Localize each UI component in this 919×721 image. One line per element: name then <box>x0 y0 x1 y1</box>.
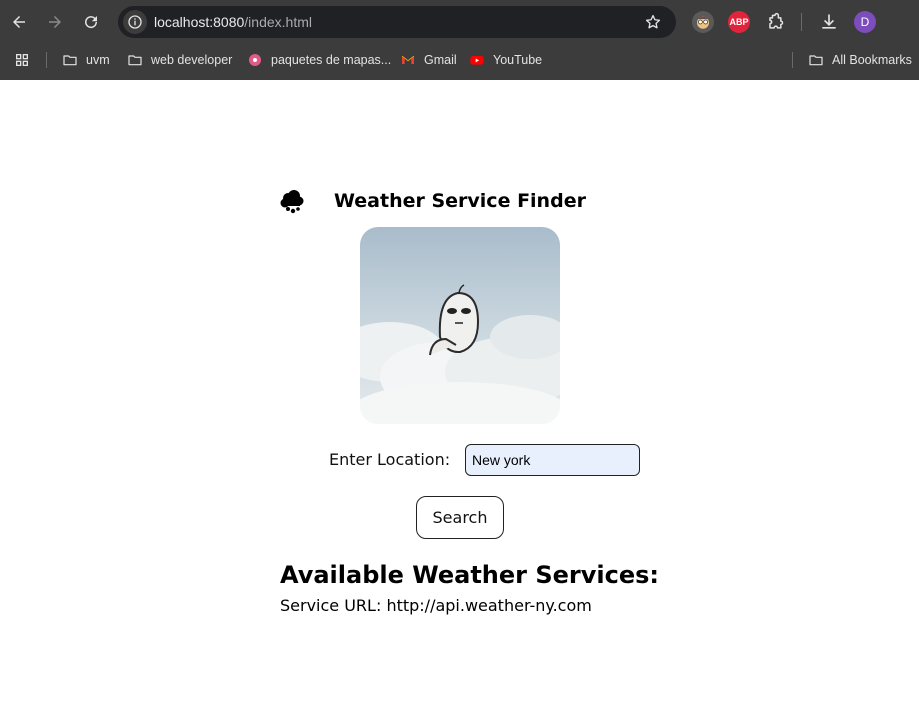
folder-icon <box>63 55 77 66</box>
all-bookmarks-label: All Bookmarks <box>832 53 912 67</box>
bookmark-label: web developer <box>151 53 233 67</box>
adblock-icon[interactable]: ABP <box>728 11 750 33</box>
storm-cloud-icon <box>280 190 304 214</box>
site-info-icon[interactable] <box>123 10 147 34</box>
cloud-character-illustration <box>360 227 560 424</box>
site-icon <box>249 54 261 66</box>
bookmark-web-developer[interactable]: web developer <box>127 50 232 70</box>
search-button[interactable]: Search <box>416 496 504 539</box>
url-host: localhost:8080 <box>154 14 245 30</box>
page-content: Weather Service Finder Enter Location: N… <box>0 80 919 721</box>
bookmark-label: Gmail <box>424 53 457 67</box>
address-bar[interactable]: localhost:8080/index.html <box>118 6 676 38</box>
url-path: /index.html <box>244 14 312 30</box>
bookmark-label: paquetes de mapas... <box>271 53 392 67</box>
back-button[interactable] <box>7 10 31 34</box>
arrow-right-icon <box>49 16 61 28</box>
folder-icon <box>128 55 142 66</box>
services-heading: Available Weather Services: <box>280 561 660 589</box>
bookmark-paquetes[interactable]: paquetes de mapas... <box>247 50 391 70</box>
service-url-text: Service URL: http://api.weather-ny.com <box>280 596 592 615</box>
forward-button[interactable] <box>43 10 67 34</box>
hero-image <box>360 227 560 424</box>
extension-face-icon[interactable] <box>692 11 714 33</box>
toolbar-divider <box>801 13 802 31</box>
page-header: Weather Service Finder <box>279 188 619 218</box>
gmail-icon <box>401 55 415 64</box>
page-title: Weather Service Finder <box>334 190 586 212</box>
url-text: localhost:8080/index.html <box>154 14 312 30</box>
bookmark-star-icon[interactable] <box>644 13 662 36</box>
bookmark-label: uvm <box>86 53 110 67</box>
bookmarks-divider <box>46 52 47 68</box>
bookmarks-divider <box>792 52 793 68</box>
bookmark-gmail[interactable]: Gmail <box>400 50 457 70</box>
bookmark-youtube[interactable]: YouTube <box>469 50 542 70</box>
bookmark-uvm[interactable]: uvm <box>62 50 110 70</box>
all-bookmarks-button[interactable]: All Bookmarks <box>808 50 912 70</box>
location-label: Enter Location: <box>329 450 451 469</box>
profile-avatar[interactable]: D <box>854 11 876 33</box>
reload-button[interactable] <box>79 10 103 34</box>
folder-icon <box>809 55 823 66</box>
browser-toolbar: localhost:8080/index.html ABP D <box>0 0 919 44</box>
apps-button[interactable] <box>14 50 30 70</box>
extensions-puzzle-icon[interactable] <box>764 11 786 33</box>
bookmark-label: YouTube <box>493 53 543 67</box>
arrow-left-icon <box>13 16 25 28</box>
reload-icon <box>85 16 98 29</box>
download-icon[interactable] <box>818 11 840 33</box>
youtube-icon <box>470 56 484 65</box>
location-input[interactable] <box>465 444 640 476</box>
apps-grid-icon <box>15 54 28 66</box>
